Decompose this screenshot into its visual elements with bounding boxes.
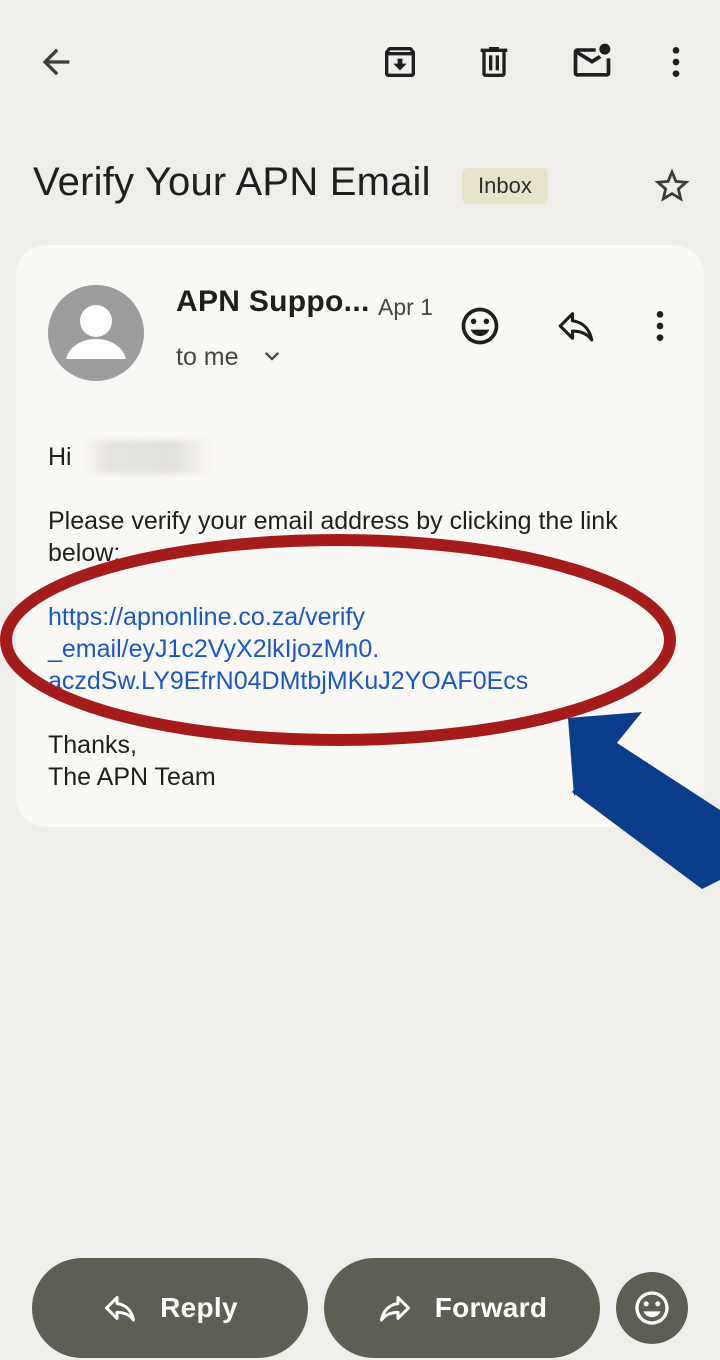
reply-icon[interactable] (550, 300, 602, 352)
back-arrow-icon[interactable] (30, 36, 82, 88)
more-vert-icon[interactable] (650, 36, 702, 88)
reply-icon (105, 1296, 136, 1322)
intro-text: Please verify your email address by clic… (48, 507, 618, 567)
message-more-vert-icon[interactable] (634, 300, 686, 352)
person-icon (66, 305, 126, 359)
recipient-summary[interactable]: to me (176, 343, 239, 372)
greeting-text: Hi (48, 443, 72, 471)
sender-name[interactable]: APN Suppo... (176, 285, 370, 319)
inbox-label-chip[interactable]: Inbox (462, 168, 548, 204)
link-line[interactable]: _email/eyJ1c2VyX2lkIjozMn0. (48, 633, 608, 665)
add-reaction-icon[interactable] (454, 300, 506, 352)
sender-avatar[interactable] (48, 285, 144, 381)
chevron-down-icon[interactable] (258, 342, 286, 370)
reply-button[interactable]: Reply (32, 1258, 308, 1358)
add-reaction-icon (635, 1291, 669, 1325)
verification-link[interactable]: https://apnonline.co.za/verify _email/ey… (48, 601, 608, 697)
star-icon[interactable] (646, 160, 698, 212)
signoff-line: The APN Team (48, 763, 216, 791)
mark-unread-icon[interactable] (566, 36, 618, 88)
email-subject: Verify Your APN Email (33, 160, 431, 204)
archive-icon[interactable] (374, 36, 426, 88)
trash-icon[interactable] (468, 36, 520, 88)
redacted-recipient-name (82, 440, 212, 474)
link-line[interactable]: aczdSw.LY9EfrN04DMtbjMKuJ2YOAF0Ecs (48, 665, 608, 697)
signoff-line: Thanks, (48, 731, 137, 759)
signoff: Thanks, The APN Team (48, 729, 216, 793)
link-line[interactable]: https://apnonline.co.za/verify (48, 601, 608, 633)
forward-button[interactable]: Forward (324, 1258, 600, 1358)
forward-icon (379, 1296, 410, 1322)
add-reaction-button[interactable] (616, 1272, 688, 1344)
message-date: Apr 1 (378, 294, 433, 320)
reply-label: Reply (160, 1292, 238, 1323)
forward-label: Forward (434, 1292, 548, 1323)
